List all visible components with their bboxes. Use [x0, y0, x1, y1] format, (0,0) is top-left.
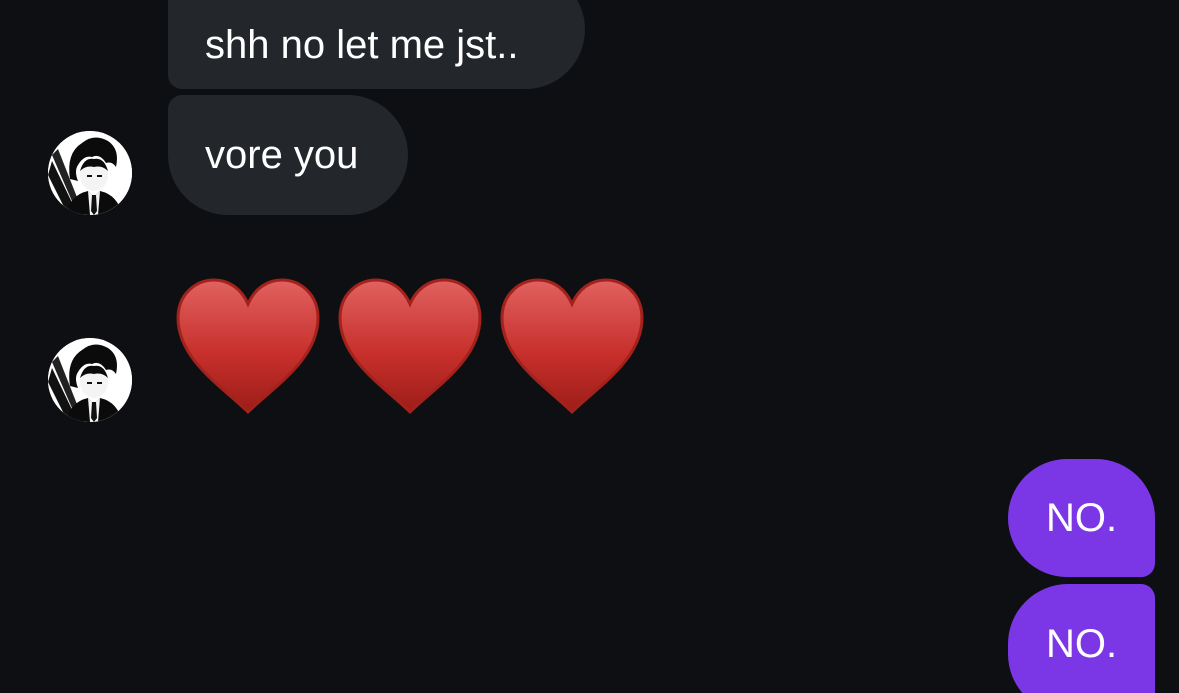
red-heart-emoji-icon — [498, 276, 646, 416]
avatar[interactable] — [48, 338, 132, 422]
message-text: vore you — [205, 133, 359, 177]
message-bubble-incoming[interactable]: shh no let me jst.. — [168, 0, 585, 89]
red-heart-emoji-icon — [174, 276, 322, 416]
message-text: NO. — [1045, 496, 1118, 540]
message-text: NO. — [1045, 622, 1118, 666]
message-text: shh no let me jst.. — [205, 22, 519, 67]
red-heart-emoji-icon — [336, 276, 484, 416]
avatar[interactable] — [48, 131, 132, 215]
message-bubble-outgoing[interactable]: NO. — [1008, 584, 1155, 693]
chat-thread: shh no let me jst.. vore you NO. NO. — [0, 0, 1179, 693]
anime-character-avatar-icon — [48, 338, 132, 422]
anime-character-avatar-icon — [48, 131, 132, 215]
message-bubble-outgoing[interactable]: NO. — [1008, 459, 1155, 577]
message-bubble-incoming[interactable]: vore you — [168, 95, 408, 215]
emoji-message[interactable] — [174, 276, 649, 416]
